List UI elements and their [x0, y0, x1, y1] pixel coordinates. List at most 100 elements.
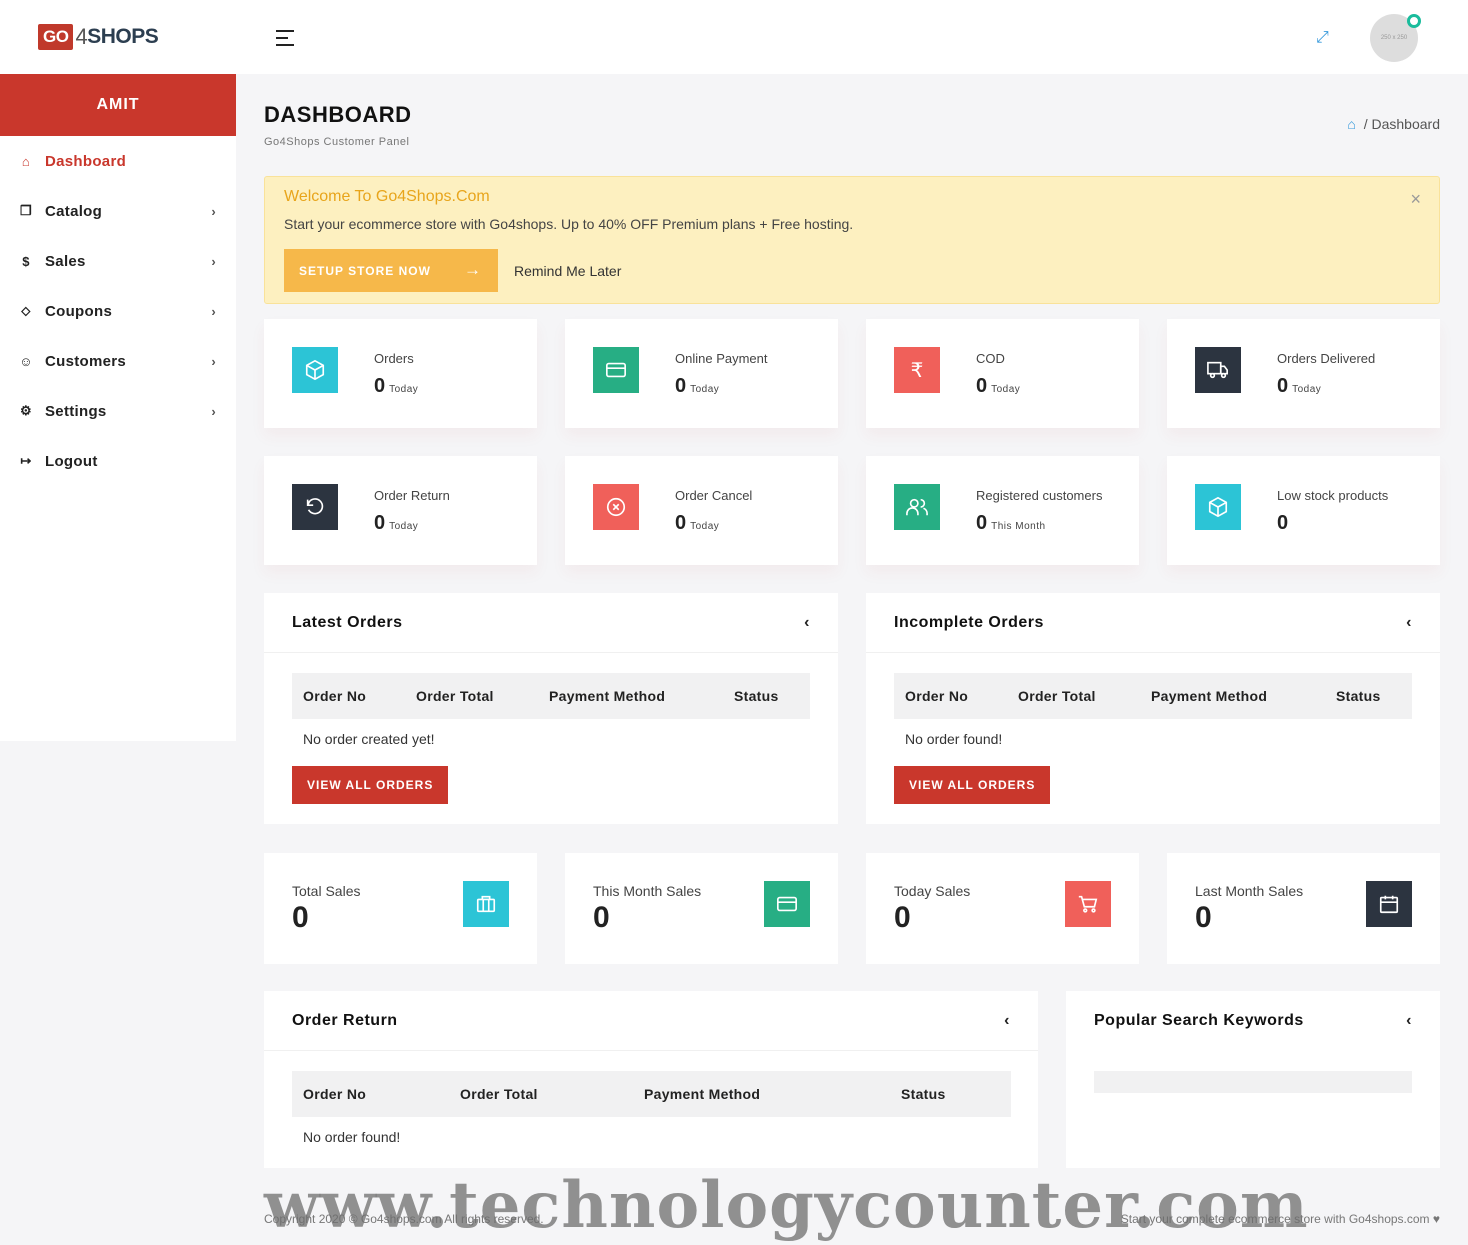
- fullscreen-icon[interactable]: ⤢: [1316, 29, 1329, 47]
- stat-card-online-payment[interactable]: Online Payment 0 Today: [565, 319, 838, 428]
- stat-value: 0: [1277, 512, 1292, 535]
- stat-label: Order Cancel: [675, 488, 753, 503]
- stat-label: Registered customers: [976, 488, 1103, 503]
- popular-keywords-panel: Popular Search Keywords ‹: [1066, 991, 1440, 1168]
- sales-value: 0: [894, 901, 911, 934]
- tag-icon: ⬦: [21, 303, 31, 318]
- dollar-icon: $: [22, 253, 30, 269]
- calendar-icon: [1366, 881, 1412, 927]
- arrow-right-icon: →: [464, 260, 482, 279]
- sales-label: Today Sales: [894, 883, 971, 899]
- stat-period: Today: [389, 521, 419, 532]
- logo-go: GO: [38, 24, 74, 50]
- stat-period: This Month: [991, 521, 1046, 532]
- stat-card-low-stock[interactable]: Low stock products 0: [1167, 456, 1440, 565]
- sidebar-item-logout[interactable]: ↦ Logout: [0, 436, 236, 486]
- panel-header: Popular Search Keywords ‹: [1066, 991, 1440, 1051]
- latest-orders-panel: Latest Orders ‹ Order No Order Total Paym…: [264, 593, 838, 824]
- breadcrumb-home-icon[interactable]: ⌂: [1347, 116, 1355, 132]
- collapse-chevron-icon[interactable]: ‹: [1406, 614, 1412, 632]
- sales-value: 0: [292, 901, 309, 934]
- sidebar-nav: ⌂ Dashboard ❒ Catalog › $ Sales › ⬦ Coup…: [0, 136, 236, 486]
- collapse-chevron-icon[interactable]: ‹: [1406, 1012, 1412, 1030]
- stat-label: Online Payment: [675, 351, 768, 366]
- online-status-icon: [1407, 14, 1421, 28]
- panel-header: Incomplete Orders ‹: [866, 593, 1440, 653]
- breadcrumb-current: Dashboard: [1371, 116, 1441, 132]
- collapse-chevron-icon[interactable]: ‹: [804, 614, 810, 632]
- sales-card-last-month[interactable]: Last Month Sales 0: [1167, 853, 1440, 964]
- breadcrumb: ⌂ / Dashboard: [1347, 116, 1440, 132]
- keywords-placeholder-bar: [1094, 1071, 1412, 1093]
- sidebar-item-label: Catalog: [45, 202, 103, 220]
- column-header: Order No: [905, 688, 969, 704]
- welcome-alert: Welcome To Go4Shops.Com Start your ecomm…: [264, 176, 1440, 304]
- sidebar-item-label: Coupons: [45, 302, 113, 320]
- stat-card-order-return[interactable]: Order Return 0 Today: [264, 456, 537, 565]
- table-header: Order No Order Total Payment Method Stat…: [894, 673, 1412, 719]
- panel-title: Incomplete Orders: [894, 613, 1044, 631]
- sidebar-item-sales[interactable]: $ Sales ›: [0, 236, 236, 286]
- sales-card-this-month[interactable]: This Month Sales 0: [565, 853, 838, 964]
- stat-card-cod[interactable]: ₹ COD 0 Today: [866, 319, 1139, 428]
- stat-period: Today: [690, 521, 720, 532]
- return-icon: [292, 484, 338, 530]
- chevron-right-icon: ›: [211, 353, 216, 369]
- sidebar-item-customers[interactable]: ☺ Customers ›: [0, 336, 236, 386]
- remind-me-later-link[interactable]: Remind Me Later: [514, 263, 621, 279]
- box-icon: ❒: [20, 203, 32, 218]
- stat-card-order-cancel[interactable]: Order Cancel 0 Today: [565, 456, 838, 565]
- stat-label: Orders Delivered: [1277, 351, 1376, 366]
- avatar-placeholder-text: 250 x 250: [1380, 35, 1408, 41]
- logo[interactable]: GO 4 SHOPS: [0, 0, 236, 74]
- panel-title: Popular Search Keywords: [1094, 1012, 1304, 1029]
- stat-number: 0: [976, 512, 988, 534]
- briefcase-icon: [463, 881, 509, 927]
- panel-title: Latest Orders: [292, 613, 403, 631]
- stat-label: COD: [976, 351, 1005, 366]
- sidebar-item-catalog[interactable]: ❒ Catalog ›: [0, 186, 236, 236]
- alert-message: Start your ecommerce store with Go4shops…: [284, 216, 854, 232]
- sidebar-item-settings[interactable]: ⚙ Settings ›: [0, 386, 236, 436]
- setup-store-button[interactable]: SETUP STORE NOW →: [284, 249, 498, 292]
- column-header: Order No: [303, 688, 367, 704]
- stat-number: 0: [675, 375, 687, 397]
- watermark-text: www.technologycounter.com: [264, 1168, 1309, 1243]
- stat-card-registered-customers[interactable]: Registered customers 0 This Month: [866, 456, 1139, 565]
- panel-header: Order Return ‹: [264, 991, 1038, 1051]
- sales-card-today[interactable]: Today Sales 0: [866, 853, 1139, 964]
- column-header: Payment Method: [549, 688, 666, 704]
- stat-card-orders-delivered[interactable]: Orders Delivered 0 Today: [1167, 319, 1440, 428]
- stat-card-orders[interactable]: Orders 0 Today: [264, 319, 537, 428]
- column-header: Payment Method: [644, 1086, 761, 1102]
- top-bar: ⤢ 250 x 250: [236, 0, 1468, 74]
- cube-icon: [1195, 484, 1241, 530]
- column-header: Status: [734, 688, 779, 704]
- avatar[interactable]: 250 x 250: [1370, 14, 1421, 62]
- stat-value: 0 Today: [1277, 375, 1321, 398]
- stat-period: Today: [1292, 384, 1322, 395]
- column-header: Order Total: [1018, 688, 1096, 704]
- card-icon: [593, 347, 639, 393]
- collapse-chevron-icon[interactable]: ‹: [1004, 1012, 1010, 1030]
- sidebar-item-dashboard[interactable]: ⌂ Dashboard: [0, 136, 236, 186]
- panel-title: Order Return: [292, 1011, 398, 1029]
- hamburger-menu-icon[interactable]: [276, 30, 294, 51]
- sales-label: This Month Sales: [593, 883, 702, 899]
- view-all-orders-button[interactable]: VIEW ALL ORDERS: [894, 766, 1051, 804]
- stat-number: 0: [675, 512, 687, 534]
- column-header: Order No: [303, 1086, 367, 1102]
- close-icon[interactable]: ×: [1410, 189, 1421, 210]
- sidebar-item-coupons[interactable]: ⬦ Coupons ›: [0, 286, 236, 336]
- cart-icon: [1065, 881, 1111, 927]
- view-all-orders-button[interactable]: VIEW ALL ORDERS: [292, 766, 449, 804]
- stat-value: 0 Today: [976, 375, 1020, 398]
- chevron-right-icon: ›: [211, 203, 216, 219]
- home-icon: ⌂: [21, 153, 31, 169]
- panel-header: Latest Orders ‹: [264, 593, 838, 653]
- sales-card-total[interactable]: Total Sales 0: [264, 853, 537, 964]
- empty-message: No order created yet!: [303, 731, 435, 747]
- sidebar-item-label: Dashboard: [45, 152, 127, 170]
- sales-value: 0: [593, 901, 610, 934]
- go4shops-logo: GO 4 SHOPS: [38, 24, 159, 50]
